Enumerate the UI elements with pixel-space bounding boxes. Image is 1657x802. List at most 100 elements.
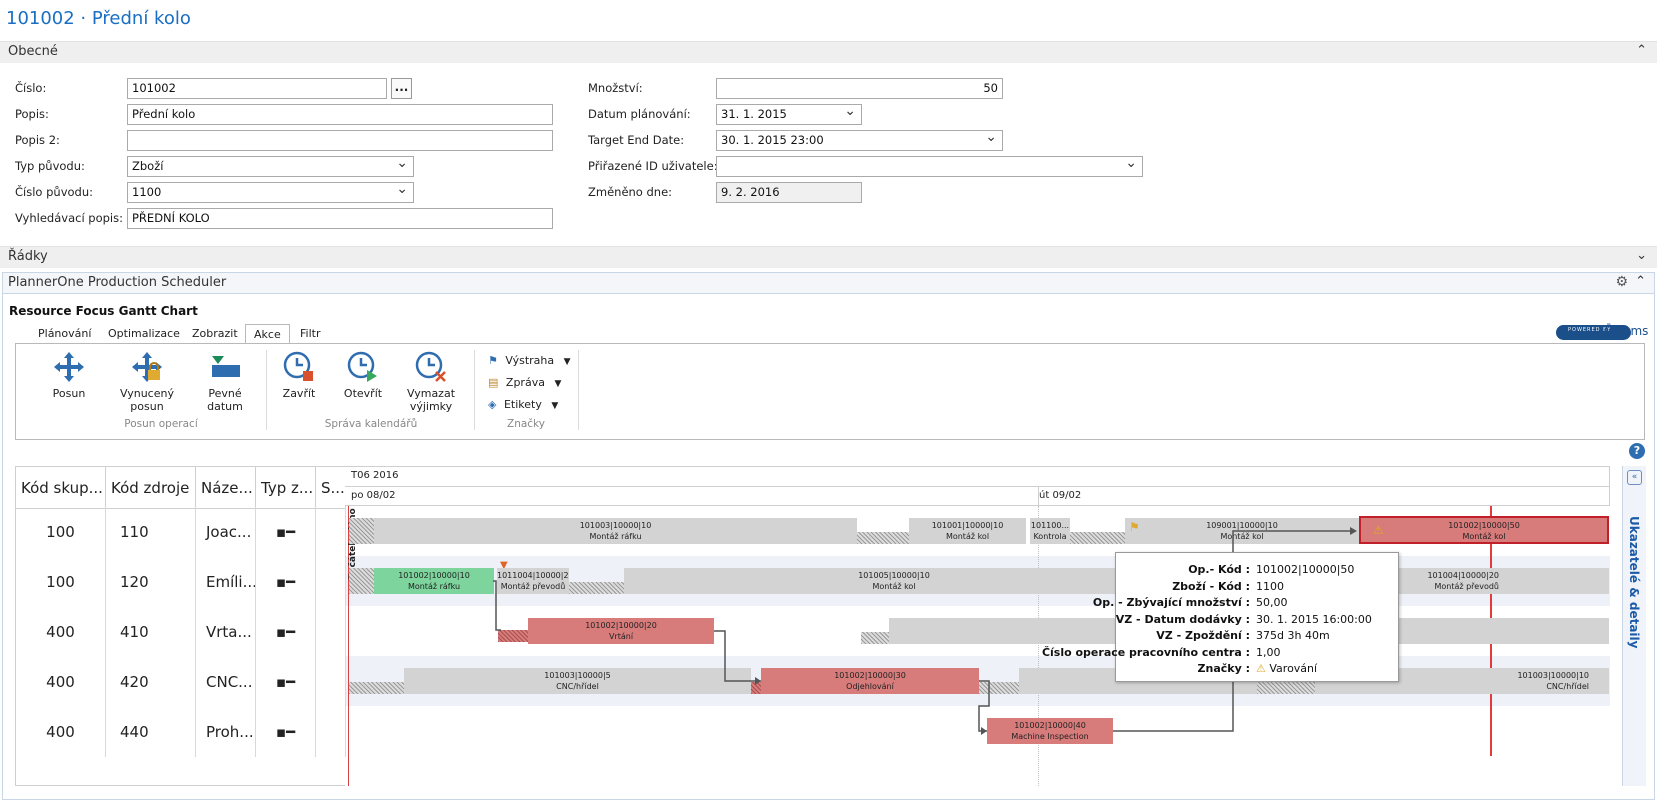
pevne-datum-button[interactable]: Pevné datum: [190, 350, 260, 413]
collapse-planner-icon[interactable]: ⌃: [1635, 274, 1646, 289]
expand-panel-icon[interactable]: «: [1627, 470, 1642, 485]
ribbon: Posun Vynucený posun Pevné datum Posun o…: [15, 343, 1645, 440]
dropdown-arrow-icon: ▼: [551, 401, 559, 411]
planner-header[interactable]: PlannerOne Production Scheduler ⚙ ⌃: [2, 272, 1655, 294]
vystraha-dropdown[interactable]: ⚑ Výstraha ▼: [488, 354, 571, 367]
move-icon: [54, 352, 84, 382]
cell-resource[interactable]: 420: [106, 657, 196, 707]
expand-icon[interactable]: ⌄: [1636, 248, 1647, 263]
dropdown-arrow-icon: ▼: [563, 357, 571, 367]
prirazene-id-select[interactable]: [716, 155, 1143, 177]
target-end-select[interactable]: 30. 1. 2015 23:00: [716, 129, 1003, 151]
vyhledavaci-label: Vyhledávací popis:: [15, 211, 123, 225]
ortems-logo-text: rtems: [1613, 324, 1649, 338]
col-nazev[interactable]: Náze...: [196, 467, 256, 509]
warning-icon: ⚠: [1256, 662, 1266, 675]
cell-s: [316, 507, 346, 557]
vymazat-vyjimky-button[interactable]: Vymazat výjimky: [401, 350, 461, 413]
operation-tooltip: Op.- Kód : 101002|10000|50 Zboží - Kód :…: [1042, 552, 1399, 682]
posun-button[interactable]: Posun: [44, 350, 94, 400]
group-posun-label: Posun operací: [124, 418, 198, 430]
cell-name[interactable]: CNC...: [196, 657, 256, 707]
resource-grid: Kód skup... Kód zdroje Náze... Typ z... …: [15, 466, 346, 786]
tab-filtr[interactable]: Filtr: [292, 324, 328, 344]
lookup-button[interactable]: ...: [391, 78, 412, 99]
tooltip-key: Značky :: [1197, 662, 1250, 675]
col-typ[interactable]: Typ z...: [256, 467, 316, 509]
section-lines-header[interactable]: Řádky ⌄: [0, 246, 1657, 268]
zavrit-label: Zavřít: [282, 387, 316, 400]
fixed-date-icon: [212, 356, 240, 377]
cell-name[interactable]: Joac...: [196, 507, 256, 557]
zprava-label: Zpráva: [505, 376, 545, 389]
collapse-icon[interactable]: ⌃: [1636, 43, 1647, 58]
cell-resource[interactable]: 410: [106, 607, 196, 657]
popis2-field[interactable]: [127, 130, 553, 151]
datum-planovani-value: 31. 1. 2015: [721, 107, 787, 121]
typ-puvodu-select[interactable]: Zboží: [127, 155, 414, 177]
cislo-label: Číslo:: [15, 81, 47, 95]
cell-s: [316, 707, 346, 757]
vyhledavaci-field[interactable]: PŘEDNÍ KOLO: [127, 208, 553, 229]
mnozstvi-field[interactable]: 50: [716, 78, 1003, 99]
tab-zobrazit[interactable]: Zobrazit: [184, 324, 246, 344]
tooltip-value: 101002|10000|50: [1256, 563, 1355, 576]
tooltip-value: 1,00: [1256, 646, 1281, 659]
cell-resource[interactable]: 120: [106, 557, 196, 607]
mnozstvi-label: Množství:: [588, 81, 643, 95]
tooltip-key: VZ - Datum dodávky :: [1115, 613, 1250, 626]
planner-label: PlannerOne Production Scheduler: [8, 275, 227, 290]
cell-resource[interactable]: 440: [106, 707, 196, 757]
clock-close-icon: [283, 351, 313, 381]
cell-name[interactable]: Proh...: [196, 707, 256, 757]
cislo-puvodu-select[interactable]: 1100: [127, 181, 414, 203]
target-end-value: 30. 1. 2015 23:00: [721, 133, 824, 147]
cell-group[interactable]: 400: [16, 657, 106, 707]
zavrit-button[interactable]: Zavřít: [274, 350, 324, 400]
cell-name[interactable]: Vrta...: [196, 607, 256, 657]
tooltip-warning-text: Varování: [1269, 662, 1318, 675]
popis-field[interactable]: Přední kolo: [127, 104, 553, 125]
cell-s: [316, 557, 346, 607]
otevrit-button[interactable]: Otevřít: [338, 350, 388, 400]
tag-icon: ◈: [488, 398, 497, 411]
datum-planovani-select[interactable]: 31. 1. 2015: [716, 103, 862, 125]
posun-label: Posun: [52, 387, 86, 400]
dependency-links: [493, 527, 1357, 735]
help-icon[interactable]: ?: [1629, 443, 1645, 459]
col-kod-skupiny[interactable]: Kód skup...: [16, 467, 106, 509]
clock-open-icon: [347, 351, 377, 382]
target-end-label: Target End Date:: [588, 133, 685, 147]
tab-optimalizace[interactable]: Optimalizace: [100, 324, 188, 344]
col-s[interactable]: S...: [316, 467, 346, 509]
cell-group[interactable]: 100: [16, 507, 106, 557]
cell-group[interactable]: 400: [16, 607, 106, 657]
tab-akce[interactable]: Akce: [245, 324, 290, 344]
clock-clear-icon: [415, 351, 446, 382]
tooltip-value: 375d 3h 40m: [1256, 629, 1330, 642]
settings-gear-icon[interactable]: ⚙: [1615, 274, 1628, 290]
cislo-field[interactable]: 101002: [127, 78, 387, 99]
cell-name[interactable]: Emíli...: [196, 557, 256, 607]
vystraha-label: Výstraha: [505, 354, 555, 367]
cell-resource[interactable]: 110: [106, 507, 196, 557]
section-general-label: Obecné: [8, 44, 58, 59]
cell-group[interactable]: 400: [16, 707, 106, 757]
side-panel[interactable]: « Ukazatelé & detaily: [1622, 466, 1646, 786]
section-lines-label: Řádky: [8, 249, 48, 264]
gantt-area[interactable]: Začátek plánování 101003|10000|10 Montáž …: [345, 506, 1610, 786]
forced-move-icon: [132, 352, 162, 382]
resource-type-icon: ▪━: [256, 657, 316, 707]
cell-group[interactable]: 100: [16, 557, 106, 607]
vynuceny-posun-button[interactable]: Vynucený posun: [104, 350, 190, 413]
ortems-logo: Ōrtems: [1604, 324, 1649, 338]
zmeneno-label: Změněno dne:: [588, 185, 673, 199]
section-general-header[interactable]: Obecné ⌃: [0, 41, 1657, 63]
cislo-puvodu-value: 1100: [132, 185, 162, 199]
etikety-label: Etikety: [503, 398, 542, 411]
tab-planovani[interactable]: Plánování: [30, 324, 99, 344]
etikety-dropdown[interactable]: ◈ Etikety ▼: [488, 398, 558, 411]
tooltip-value: ⚠ Varování: [1256, 662, 1317, 675]
col-kod-zdroje[interactable]: Kód zdroje: [106, 467, 196, 509]
zprava-dropdown[interactable]: ▤ Zpráva ▼: [488, 376, 561, 389]
